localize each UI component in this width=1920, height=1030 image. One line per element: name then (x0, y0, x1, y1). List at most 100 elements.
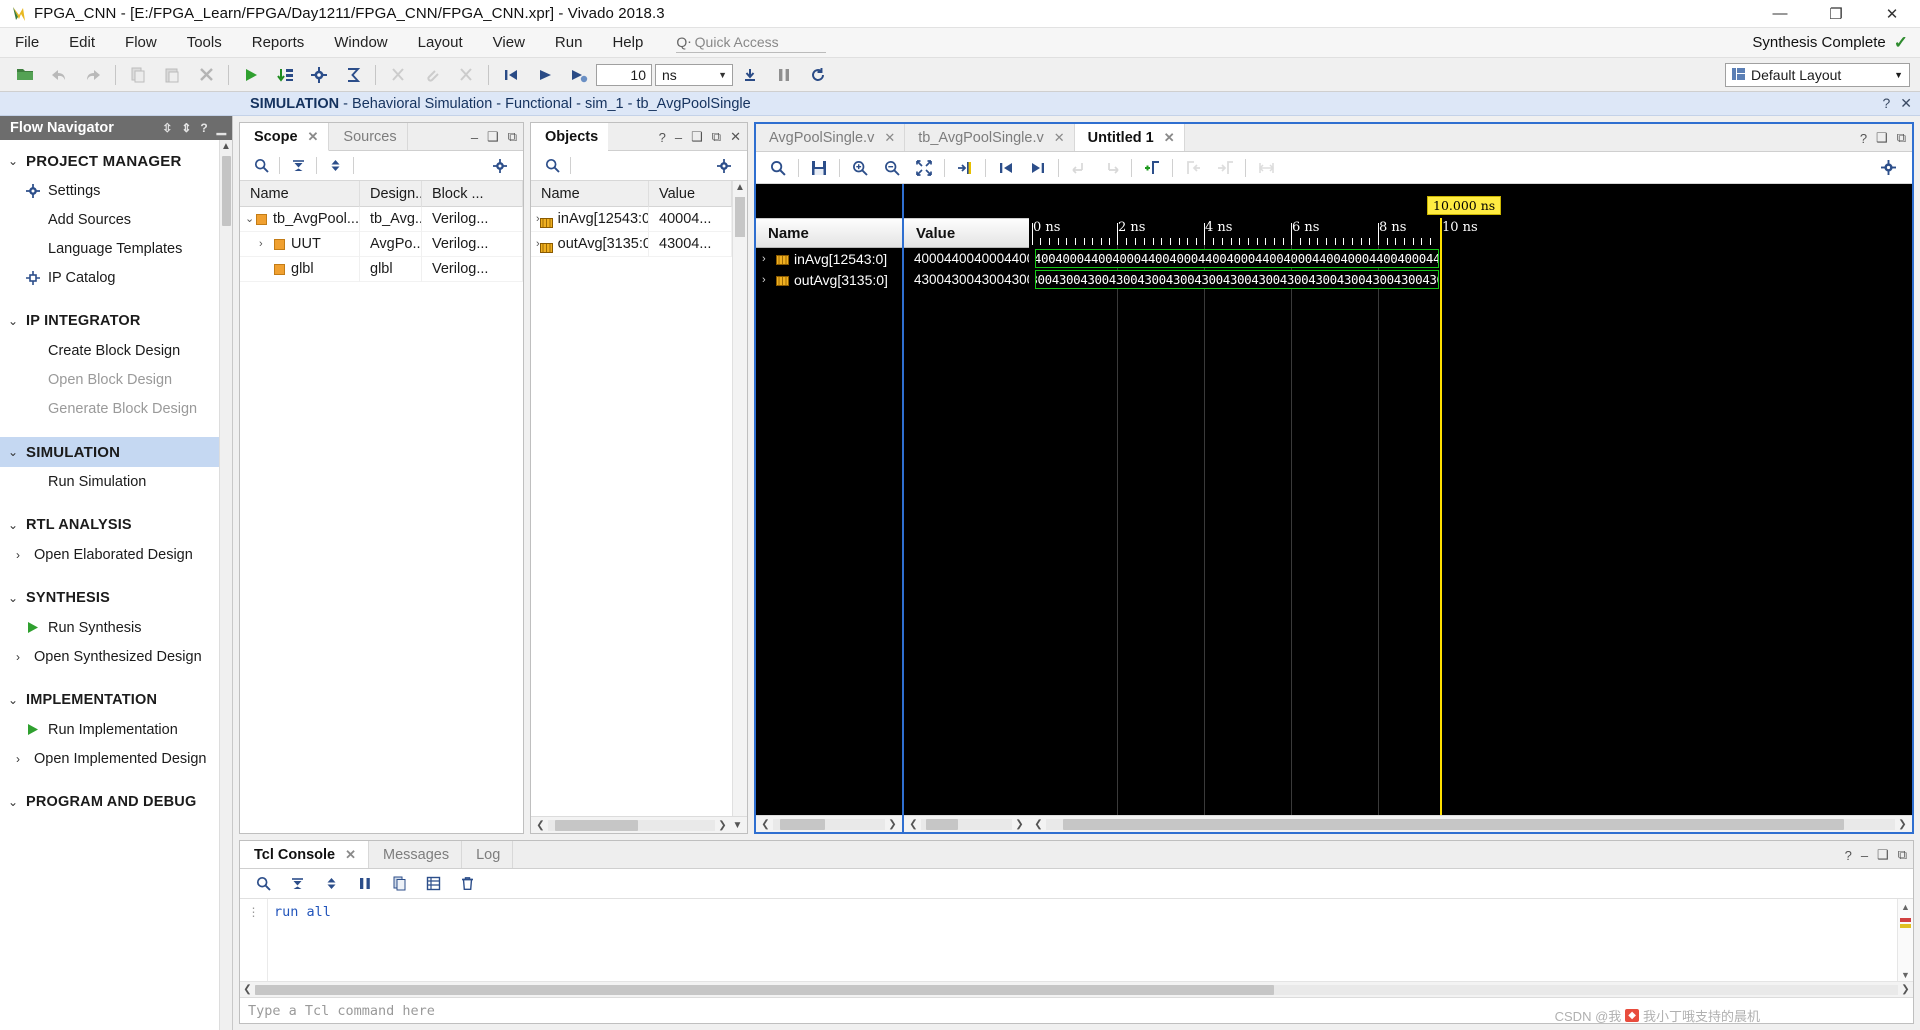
tab-objects[interactable]: Objects (531, 123, 608, 151)
menu-tools[interactable]: Tools (172, 28, 237, 58)
scope-maximize-icon[interactable]: ❑ (487, 129, 499, 145)
scroll-right-icon[interactable]: ❯ (1895, 819, 1910, 830)
run-all-icon[interactable] (733, 60, 767, 90)
sidebar-section-program-and-debug[interactable]: ⌄ PROGRAM AND DEBUG (0, 787, 219, 817)
chevron-right-icon[interactable]: › (762, 253, 776, 265)
pause-icon[interactable] (767, 60, 801, 90)
scrollbar-thumb[interactable] (1063, 819, 1844, 830)
close-icon[interactable]: ✕ (1054, 130, 1065, 146)
sidebar-item-add-sources[interactable]: Add Sources (0, 205, 219, 234)
run-step-icon[interactable] (268, 60, 302, 90)
waveform-signal-row[interactable]: › inAvg[12543:0] (756, 248, 902, 269)
scroll-up-icon[interactable]: ▲ (221, 140, 231, 154)
table-row[interactable]: › inAvg[12543:0] 40004... (531, 207, 732, 232)
sidebar-item-open-elaborated-design[interactable]: › Open Elaborated Design (0, 540, 219, 569)
waveform-value-hscroll[interactable]: ❮ ❯ (904, 815, 1029, 832)
sim-help-icon[interactable]: ? (1882, 95, 1890, 112)
scrollbar-thumb[interactable] (555, 820, 639, 831)
scroll-left-icon[interactable]: ❮ (240, 984, 255, 995)
scroll-left-icon[interactable]: ❮ (1031, 819, 1046, 830)
sort-icon[interactable]: ⇕ (181, 121, 191, 135)
sidebar-section-simulation[interactable]: ⌄ SIMULATION (0, 437, 219, 467)
scope-settings-gear-icon[interactable] (485, 153, 515, 179)
tab-avgpoolsingle-v[interactable]: AvgPoolSingle.v ✕ (756, 124, 905, 151)
flow-minimize-icon[interactable]: ▁ (217, 121, 226, 135)
close-icon[interactable]: ✕ (345, 847, 356, 863)
scroll-right-icon[interactable]: ❯ (1012, 819, 1027, 830)
scope-float-icon[interactable]: ⧉ (508, 129, 517, 145)
chevron-down-icon[interactable]: ⌄ (245, 207, 256, 232)
minimize-button[interactable]: — (1752, 0, 1808, 28)
scroll-to-bottom-icon[interactable] (280, 871, 314, 897)
tab-scope[interactable]: Scope ✕ (240, 123, 329, 151)
console-float-icon[interactable]: ⧉ (1898, 847, 1907, 863)
sidebar-item-open-implemented-design[interactable]: › Open Implemented Design (0, 744, 219, 773)
table-row[interactable]: › outAvg[3135:0] 43004... (531, 232, 732, 257)
sidebar-item-run-simulation[interactable]: Run Simulation (0, 467, 219, 496)
sidebar-item-ip-catalog[interactable]: IP Catalog (0, 263, 219, 292)
sidebar-section-ip-integrator[interactable]: ⌄ IP INTEGRATOR (0, 306, 219, 336)
close-button[interactable]: ✕ (1864, 0, 1920, 28)
next-transition-icon[interactable] (1022, 154, 1054, 182)
menu-flow[interactable]: Flow (110, 28, 172, 58)
table-row[interactable]: glbl glbl Verilog... (240, 257, 523, 282)
tab-sources[interactable]: Sources (329, 123, 407, 150)
run-time-input[interactable]: 10 (596, 64, 652, 86)
wave-help-icon[interactable]: ? (1860, 131, 1867, 146)
menu-window[interactable]: Window (319, 28, 402, 58)
sidebar-item-language-templates[interactable]: Language Templates (0, 234, 219, 263)
objects-close-icon[interactable]: ✕ (730, 129, 741, 145)
waveform-name-hscroll[interactable]: ❮ ❯ (756, 815, 902, 832)
scrollbar-thumb[interactable] (255, 985, 1274, 995)
search-icon[interactable] (537, 153, 567, 179)
scroll-right-icon[interactable]: ❯ (1898, 984, 1913, 995)
scrollbar-thumb[interactable] (780, 819, 825, 830)
waveform-chart[interactable]: 0 ns 2 ns 4 ns 6 ns 8 ns 10 ns (1029, 184, 1912, 815)
sidebar-section-rtl-analysis[interactable]: ⌄ RTL ANALYSIS (0, 510, 219, 540)
console-maximize-icon[interactable]: ❑ (1877, 847, 1889, 863)
close-icon[interactable]: ✕ (1164, 130, 1175, 146)
close-icon[interactable]: ✕ (884, 130, 895, 146)
sigma-icon[interactable] (336, 60, 370, 90)
open-project-icon[interactable] (8, 60, 42, 90)
objects-settings-gear-icon[interactable] (709, 153, 739, 179)
flow-navigator-scrollbar[interactable]: ▲ (219, 140, 232, 1030)
menu-edit[interactable]: Edit (54, 28, 110, 58)
chevron-right-icon[interactable]: › (762, 274, 776, 286)
sidebar-item-create-block-design[interactable]: Create Block Design (0, 336, 219, 365)
collapse-all-icon[interactable] (283, 153, 313, 179)
search-icon[interactable] (762, 154, 794, 182)
scroll-left-icon[interactable]: ❮ (906, 819, 921, 830)
delete-icon[interactable] (189, 60, 223, 90)
console-minimize-icon[interactable]: – (1861, 848, 1868, 863)
paste-icon[interactable] (155, 60, 189, 90)
previous-transition-icon[interactable] (990, 154, 1022, 182)
objects-float-icon[interactable]: ⧉ (712, 129, 721, 145)
search-icon[interactable] (246, 153, 276, 179)
scrollbar-thumb[interactable] (222, 156, 231, 226)
console-output-area[interactable]: ⋮ run all ▲ ▼ (240, 899, 1913, 981)
tab-tcl-console[interactable]: Tcl Console ✕ (240, 841, 369, 868)
wave-float-icon[interactable]: ⧉ (1897, 130, 1906, 146)
sim-close-icon[interactable]: ✕ (1900, 95, 1912, 112)
console-minimap[interactable]: ▲ ▼ (1897, 899, 1913, 981)
sidebar-item-settings[interactable]: Settings (0, 176, 219, 205)
waveform-settings-gear-icon[interactable] (1872, 154, 1904, 182)
table-row[interactable]: › UUT AvgPo... Verilog... (240, 232, 523, 257)
tab-tb-avgpoolsingle-v[interactable]: tb_AvgPoolSingle.v ✕ (905, 124, 1074, 151)
relaunch-icon[interactable] (801, 60, 835, 90)
zoom-fit-icon[interactable] (908, 154, 940, 182)
zoom-out-icon[interactable] (876, 154, 908, 182)
scroll-down-icon[interactable]: ▼ (1901, 969, 1910, 981)
sidebar-section-synthesis[interactable]: ⌄ SYNTHESIS (0, 583, 219, 613)
add-marker-icon[interactable] (1136, 154, 1168, 182)
quick-access-input[interactable]: Q⋅ Quick Access (676, 33, 826, 53)
clear-console-icon[interactable] (450, 871, 484, 897)
scroll-up-icon[interactable]: ▲ (1901, 901, 1910, 913)
goto-marker-icon[interactable] (949, 154, 981, 182)
sidebar-item-run-implementation[interactable]: Run Implementation (0, 715, 219, 744)
objects-help-icon[interactable]: ? (659, 130, 666, 145)
copy-icon[interactable] (121, 60, 155, 90)
menu-view[interactable]: View (478, 28, 540, 58)
maximize-button[interactable]: ❐ (1808, 0, 1864, 28)
